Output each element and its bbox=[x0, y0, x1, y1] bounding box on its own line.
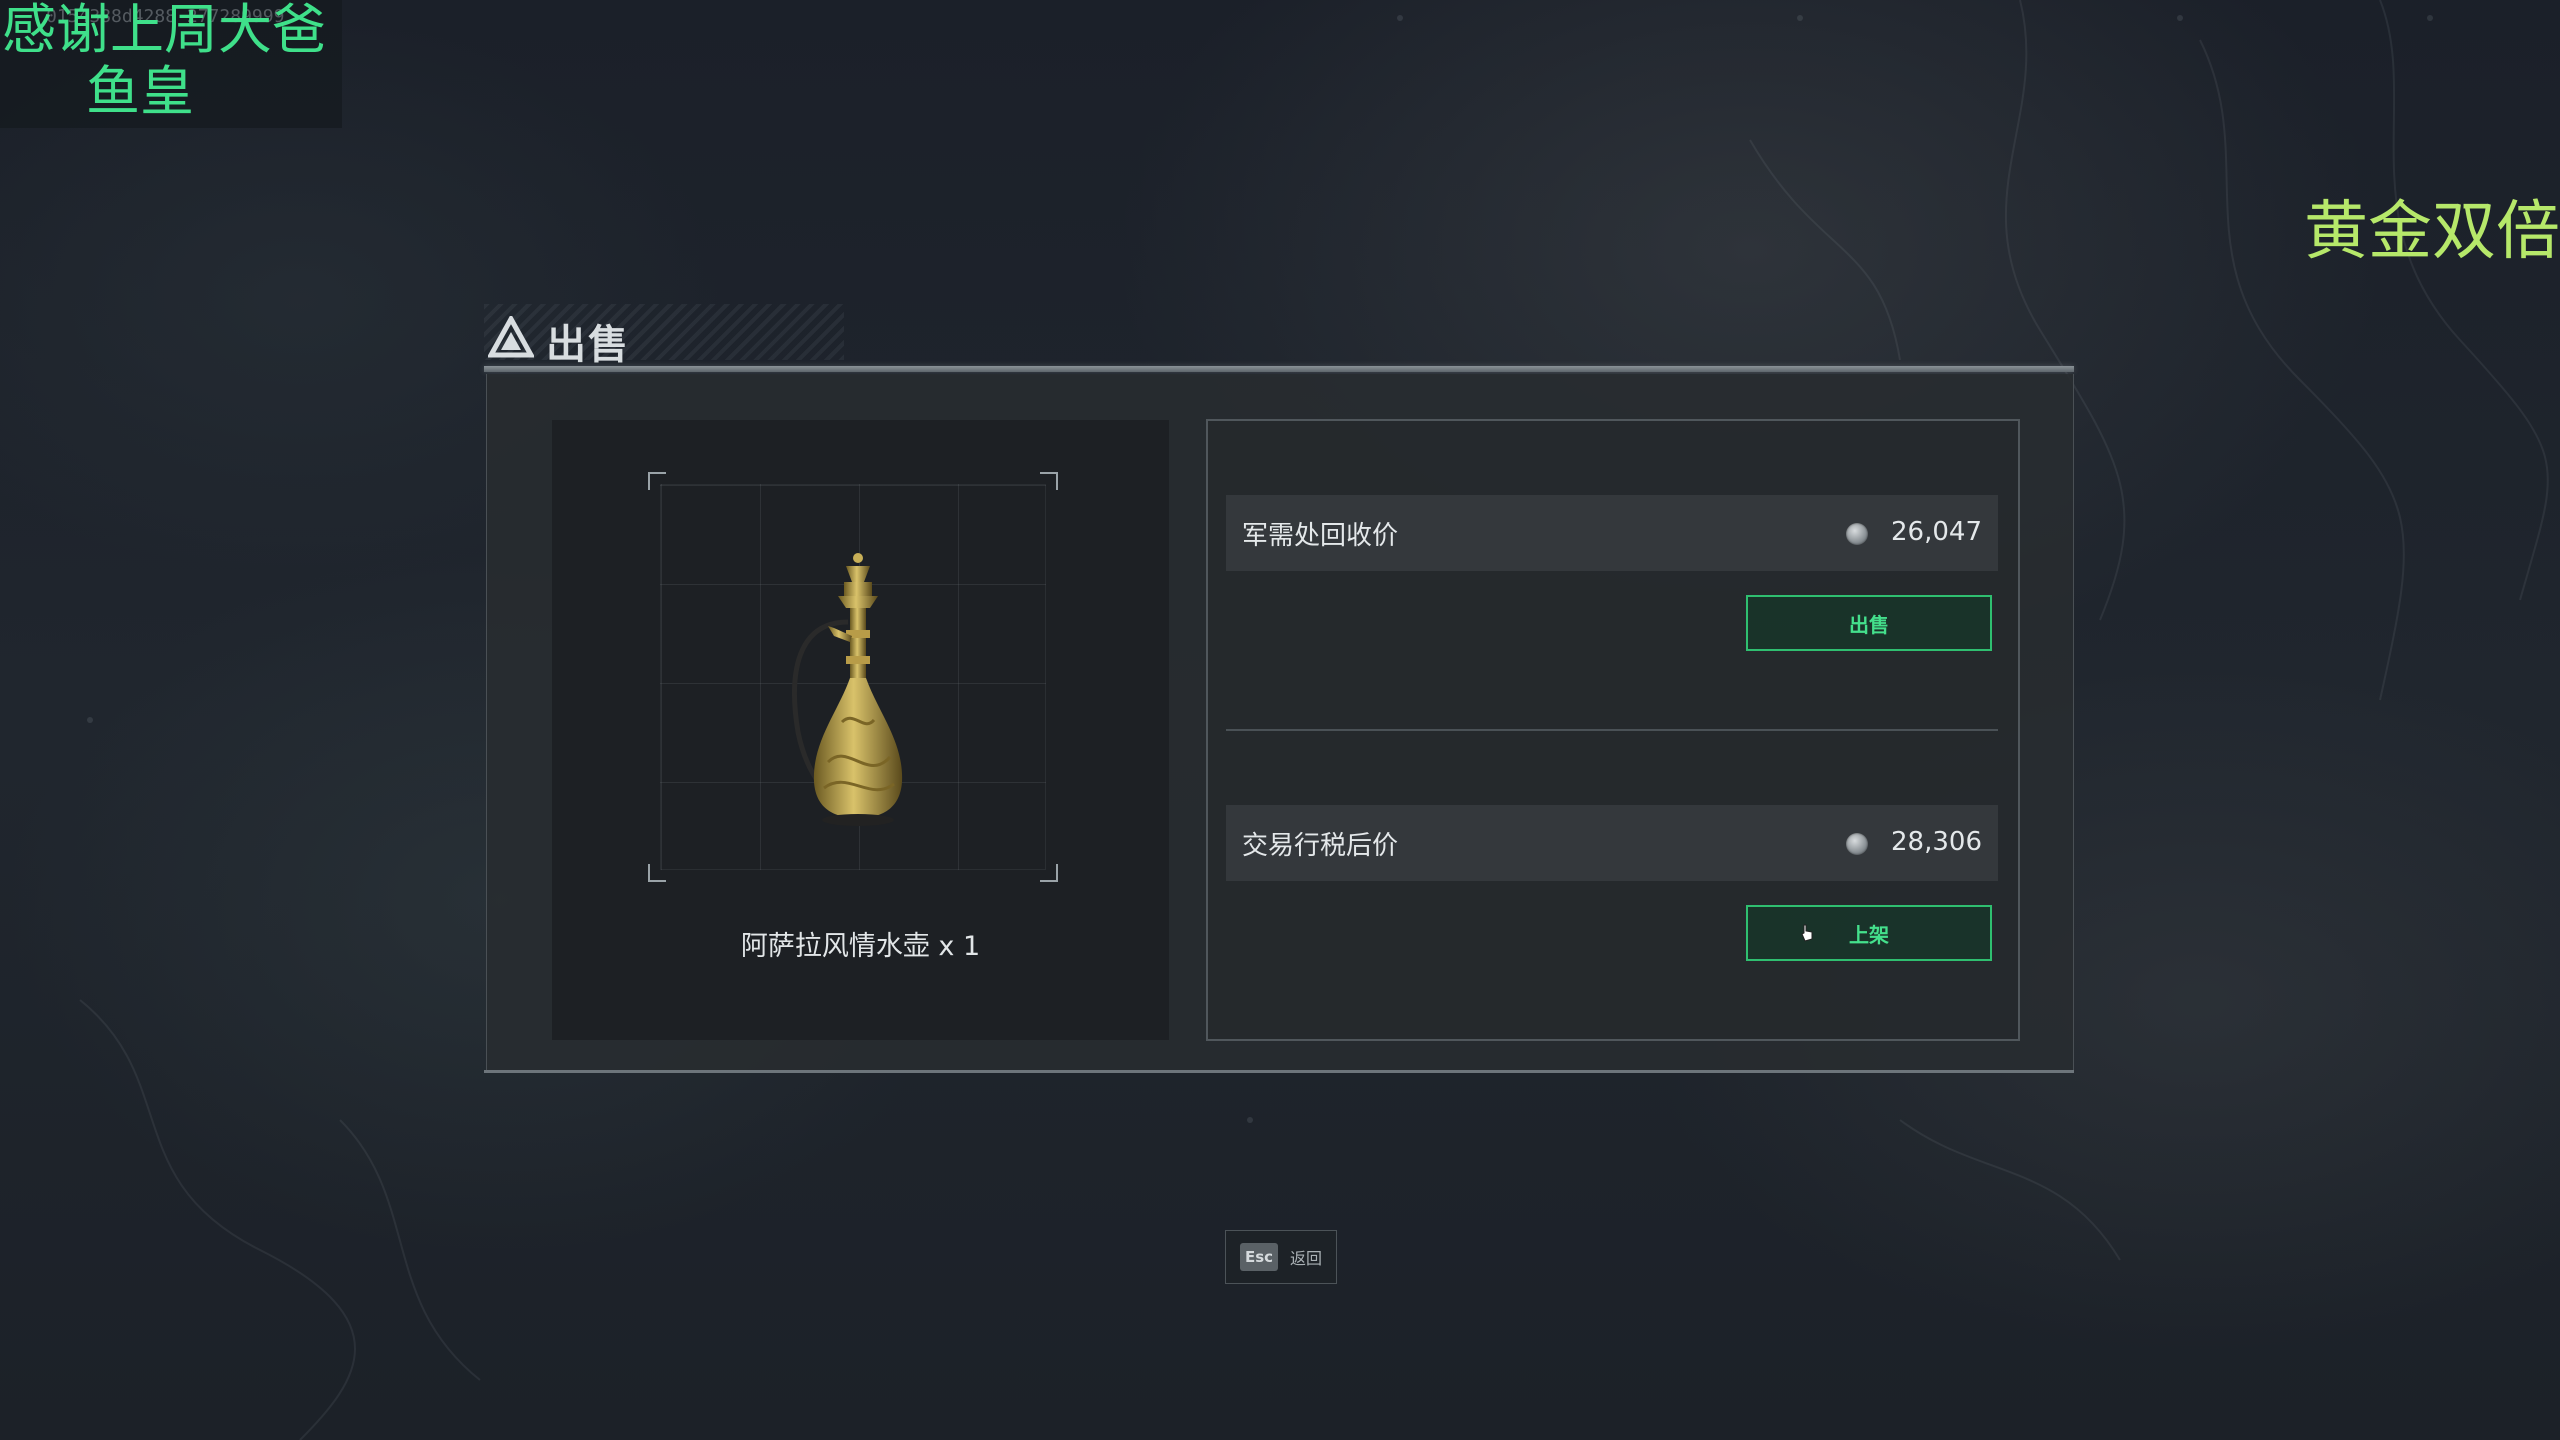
corner-bracket bbox=[648, 864, 666, 882]
sell-button[interactable]: 出售 bbox=[1746, 595, 1992, 651]
header-rule bbox=[484, 366, 2074, 372]
back-label: 返回 bbox=[1290, 1249, 1323, 1268]
ewer-icon bbox=[792, 553, 903, 826]
streamer-thanks-banner: 0154388d4288 277289999 感谢上周大爸 鱼皇 bbox=[0, 0, 342, 128]
coin-icon bbox=[1846, 523, 1868, 545]
corner-bracket bbox=[1040, 864, 1058, 882]
dialog-bottom-rule bbox=[484, 1070, 2074, 1073]
promo-text: 黄金双倍 bbox=[2304, 195, 2560, 269]
header-stripes bbox=[484, 304, 844, 360]
recycle-price-label: 军需处回收价 bbox=[1242, 521, 1399, 551]
market-price-label: 交易行税后价 bbox=[1242, 831, 1399, 861]
item-grid bbox=[648, 472, 1058, 882]
dialog-header: 出售 bbox=[484, 304, 2074, 374]
esc-key: Esc bbox=[1240, 1243, 1278, 1271]
recycle-price-row: 军需处回收价 26,047 bbox=[1226, 495, 1998, 571]
mouse-cursor-icon bbox=[1801, 924, 1813, 942]
divider bbox=[1226, 729, 1998, 731]
item-preview: 阿萨拉风情水壶 x 1 bbox=[552, 420, 1169, 1040]
sell-triangle-icon bbox=[488, 316, 534, 358]
corner-bracket bbox=[1040, 472, 1058, 490]
list-on-market-button[interactable]: 上架 bbox=[1746, 905, 1992, 961]
price-panel: 军需处回收价 26,047 出售 交易行税后价 28,306 上架 bbox=[1206, 419, 2020, 1041]
item-name: 阿萨拉风情水壶 x 1 bbox=[740, 931, 981, 962]
market-price-row: 交易行税后价 28,306 bbox=[1226, 805, 1998, 881]
thanks-text-line2: 鱼皇 bbox=[86, 60, 194, 123]
thanks-text-line1: 感谢上周大爸 bbox=[2, 0, 326, 61]
dialog-title: 出售 bbox=[546, 322, 630, 368]
esc-back-hint[interactable]: Esc 返回 bbox=[1225, 1230, 1337, 1284]
coin-icon bbox=[1846, 833, 1868, 855]
corner-bracket bbox=[648, 472, 666, 490]
market-price-value: 28,306 bbox=[1891, 827, 1982, 857]
recycle-price-value: 26,047 bbox=[1891, 517, 1982, 547]
